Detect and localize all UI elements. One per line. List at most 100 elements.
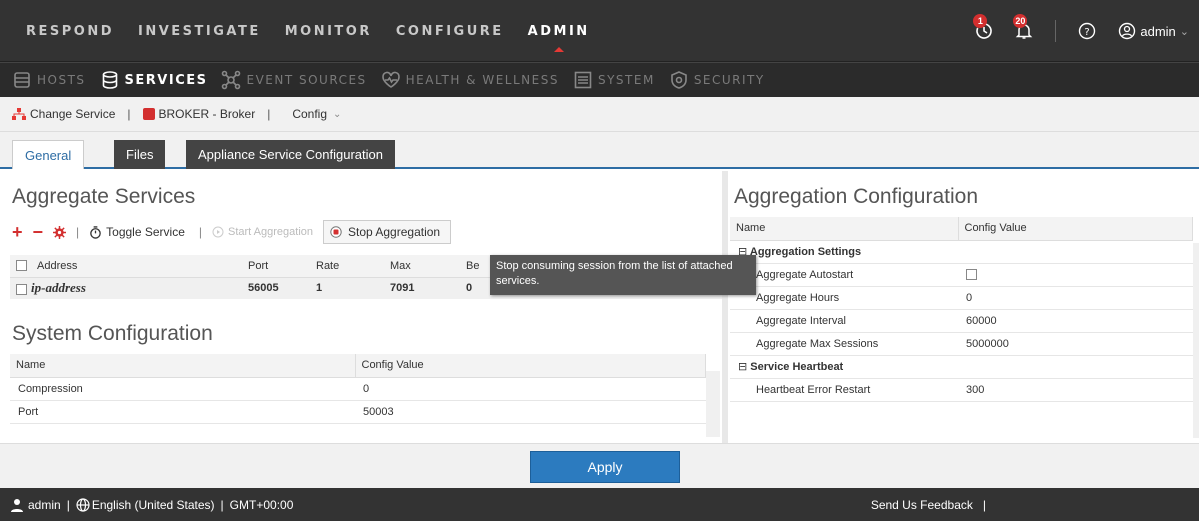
change-service-button[interactable]: Change Service [12, 107, 115, 121]
service-toolbar: Change Service | BROKER - Broker | Confi… [0, 97, 1199, 132]
setting-value[interactable]: 50003 [355, 400, 706, 424]
table-row[interactable]: Heartbeat Error Restart 300 [730, 378, 1193, 402]
remove-button[interactable]: − [33, 222, 44, 243]
aggregate-toolbar: + − | Toggle Service | Start Aggregation… [12, 219, 452, 245]
subtab-hosts[interactable]: HOSTS [12, 70, 86, 90]
row-checkbox[interactable] [16, 283, 27, 295]
apply-button[interactable]: Apply [530, 451, 680, 483]
separator: | [127, 107, 131, 121]
separator: | [198, 225, 202, 239]
column-config-value[interactable]: Config Value [355, 354, 706, 378]
user-label: admin [1140, 23, 1176, 39]
column-name[interactable]: Name [10, 354, 356, 378]
select-all-checkbox[interactable] [16, 260, 27, 272]
group-title: Aggregation Settings [749, 246, 862, 258]
help-button[interactable]: ? [1078, 22, 1096, 40]
footer-locale[interactable]: English (United States) [92, 498, 215, 512]
tab-general[interactable]: General [12, 140, 85, 169]
tab-admin[interactable]: ADMIN [528, 24, 590, 52]
separator: | [982, 497, 986, 512]
top-right-controls: 1 20 ? admin ⌄ [973, 0, 1199, 62]
tab-monitor[interactable]: MONITOR [285, 24, 372, 39]
footer-timezone[interactable]: GMT+00:00 [230, 498, 294, 512]
stop-aggregation-button[interactable]: Stop Aggregation [323, 220, 452, 244]
user-icon [1119, 22, 1136, 40]
column-address[interactable]: Address [10, 255, 242, 278]
column-max[interactable]: Max [384, 255, 460, 278]
footer-right: Send Us Feedback | [871, 498, 986, 512]
setting-name: Heartbeat Error Restart [730, 378, 958, 402]
setting-value[interactable]: 0 [958, 286, 1193, 310]
stop-aggregation-tooltip: Stop consuming session from the list of … [490, 255, 756, 295]
group-row-aggregation-settings[interactable]: ⊟ Aggregation Settings [730, 240, 1193, 264]
tab-investigate[interactable]: INVESTIGATE [138, 24, 261, 39]
start-aggregation-button[interactable]: Start Aggregation [212, 226, 313, 238]
column-rate[interactable]: Rate [310, 255, 384, 278]
scrollbar[interactable] [706, 371, 720, 437]
group-label: ⊟ Service Heartbeat [730, 355, 1193, 379]
rate-cell: 1 [310, 277, 384, 299]
table-row[interactable]: Aggregate Max Sessions 5000000 [730, 332, 1193, 356]
broker-service[interactable]: BROKER - Broker [142, 107, 256, 121]
start-aggregation-label: Start Aggregation [228, 226, 314, 238]
hosts-icon [12, 70, 32, 90]
table-row[interactable]: Aggregate Interval 60000 [730, 309, 1193, 333]
subtab-event-sources[interactable]: EVENT SOURCES [221, 70, 366, 90]
subtab-event-sources-label: EVENT SOURCES [246, 73, 367, 87]
tab-respond[interactable]: RESPOND [26, 24, 114, 39]
subtab-services-label: SERVICES [124, 72, 208, 88]
separator: | [220, 497, 224, 512]
setting-value[interactable]: 0 [355, 377, 706, 401]
config-dropdown[interactable]: Config ⌄ [292, 107, 341, 121]
subtab-health-wellness[interactable]: HEALTH & WELLNESS [381, 70, 559, 90]
send-feedback-link[interactable]: Send Us Feedback [871, 498, 973, 512]
help-icon: ? [1079, 22, 1096, 40]
table-header: Name Config Value [730, 217, 1193, 241]
play-icon [212, 226, 224, 238]
broker-label: BROKER - Broker [158, 107, 256, 121]
column-port[interactable]: Port [242, 255, 310, 278]
subtab-services[interactable]: SERVICES [100, 70, 208, 90]
setting-value[interactable]: 5000000 [958, 332, 1193, 356]
setting-name: Compression [10, 377, 355, 401]
database-icon [100, 70, 120, 90]
add-button[interactable]: + [12, 222, 23, 243]
tab-files[interactable]: Files [114, 140, 166, 169]
separator: | [76, 225, 80, 239]
subtab-system-label: SYSTEM [597, 73, 655, 87]
setting-value[interactable]: 300 [958, 378, 1193, 402]
setting-name: Aggregate Autostart [730, 263, 958, 287]
messages-button[interactable]: 20 [1013, 14, 1033, 40]
tab-appliance-service-configuration[interactable]: Appliance Service Configuration [186, 140, 395, 169]
setting-value[interactable]: 60000 [958, 309, 1193, 333]
user-menu[interactable]: admin ⌄ [1118, 22, 1189, 40]
table-row[interactable]: Aggregate Hours 0 [730, 286, 1193, 310]
column-address-label: Address [37, 259, 78, 272]
apply-bar: Apply [0, 443, 1199, 488]
aggregation-configuration-title: Aggregation Configuration [734, 185, 979, 208]
column-name[interactable]: Name [730, 217, 959, 241]
subtab-hosts-label: HOSTS [37, 73, 86, 87]
column-config-value[interactable]: Config Value [958, 217, 1193, 241]
subtab-system[interactable]: SYSTEM [573, 70, 655, 90]
scrollbar[interactable] [1193, 243, 1199, 438]
setting-value[interactable] [958, 263, 1193, 287]
heart-pulse-icon [381, 70, 401, 90]
subtab-health-wellness-label: HEALTH & WELLNESS [405, 73, 559, 87]
tab-configure[interactable]: CONFIGURE [396, 24, 504, 39]
toggle-service-button[interactable]: Toggle Service [89, 225, 185, 239]
collapse-icon[interactable]: ⊟ [738, 361, 747, 373]
subtab-security[interactable]: SECURITY [669, 70, 765, 90]
table-row[interactable]: Aggregate Autostart [730, 263, 1193, 287]
settings-button[interactable] [53, 225, 67, 239]
setting-name: Aggregate Max Sessions [730, 332, 958, 356]
be-value: 0 [466, 282, 473, 295]
group-row-service-heartbeat[interactable]: ⊟ Service Heartbeat [730, 355, 1193, 379]
autostart-checkbox[interactable] [966, 269, 977, 281]
group-title: Service Heartbeat [750, 361, 844, 373]
notifications-button[interactable]: 1 [973, 14, 993, 40]
table-row[interactable]: Port 50003 [10, 400, 706, 424]
table-row[interactable]: Compression 0 [10, 377, 706, 401]
aggregate-services-title: Aggregate Services [12, 185, 196, 208]
main-tabs: RESPOND INVESTIGATE MONITOR CONFIGURE AD… [0, 0, 590, 62]
